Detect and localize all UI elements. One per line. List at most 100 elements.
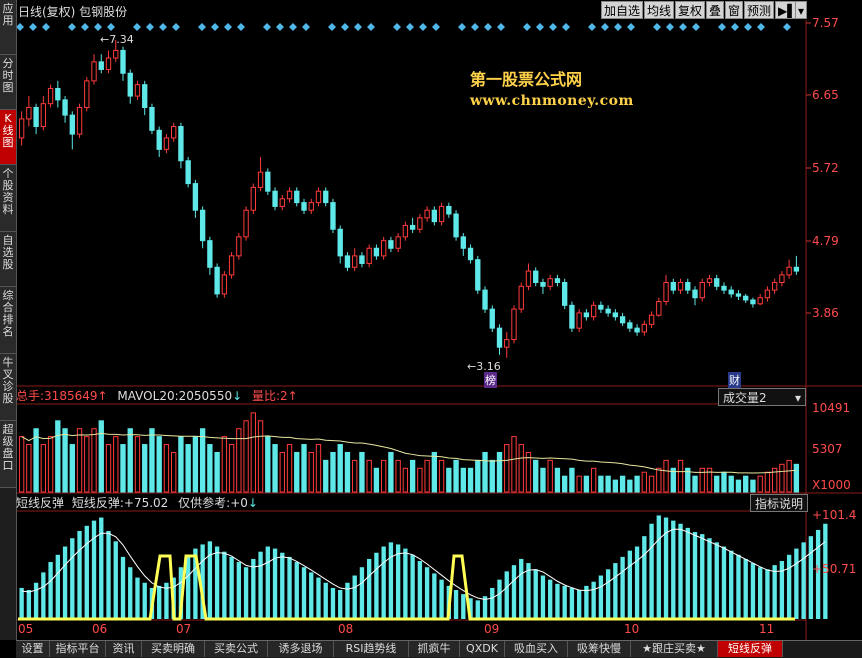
tab-accumulation-speed[interactable]: 吸筹快慢 xyxy=(568,641,631,657)
signal-diamond-icon xyxy=(744,23,752,31)
volume-bar xyxy=(192,436,199,493)
tab-vampire-buy[interactable]: 吸血买入 xyxy=(505,641,568,657)
candle-body xyxy=(757,297,763,305)
volume-bar xyxy=(460,467,466,493)
candle-body xyxy=(279,198,285,207)
signal-diamond-icon xyxy=(419,23,427,31)
tab-settings[interactable]: 设置 xyxy=(16,641,50,657)
volume-bars xyxy=(18,412,800,493)
finance-marker[interactable]: 财 xyxy=(728,372,741,388)
sidebar-item-diagnosis[interactable]: 牛叉诊股 xyxy=(0,354,16,421)
tab-buy-sell-clear[interactable]: 买卖明确 xyxy=(142,641,205,657)
tab-indicator-platform[interactable]: 指标平台 xyxy=(50,641,106,657)
tab-crazy-bull[interactable]: 抓疯牛 xyxy=(409,641,460,657)
candle-body xyxy=(265,171,271,192)
candle-body xyxy=(149,107,155,131)
indicator-explain-button[interactable]: 指标说明 xyxy=(750,494,809,512)
moving-average-button[interactable]: 均线 xyxy=(644,1,675,19)
tab-rsi-trendline[interactable]: RSI趋势线 xyxy=(334,641,409,657)
indicator-bar xyxy=(323,582,328,619)
candle-body xyxy=(243,209,249,238)
indicator-bar xyxy=(432,573,437,619)
tab-follow-dealer[interactable]: ★跟庄买卖★ xyxy=(631,641,718,657)
indicator-bar xyxy=(214,546,220,619)
indicator-bar xyxy=(185,556,191,619)
month-label: 10 xyxy=(624,622,640,636)
volume-bar xyxy=(402,467,409,493)
volume-bar xyxy=(504,444,510,493)
indicator-bar xyxy=(157,585,162,619)
window-button[interactable]: 窗 xyxy=(725,1,744,19)
indicator-axis-label: +101.4 xyxy=(812,508,857,522)
volume-bar xyxy=(62,428,68,493)
indicator-bar xyxy=(91,520,97,619)
volume-bar xyxy=(489,459,495,493)
sidebar-item-watchlist[interactable]: 自选股 xyxy=(0,232,16,287)
candle-body xyxy=(547,278,553,287)
candle-body xyxy=(40,103,47,128)
tab-news[interactable]: 资讯 xyxy=(106,641,142,657)
signal-diamond-icon xyxy=(523,23,531,31)
chevron-down-icon[interactable]: ▾ xyxy=(795,1,808,19)
indicator-bar xyxy=(562,585,567,619)
volume-bar xyxy=(518,444,524,493)
sidebar-item-app[interactable]: 应用 xyxy=(0,0,16,55)
indicator-bar xyxy=(345,582,350,619)
candle-body xyxy=(677,282,684,291)
indicator-bar xyxy=(707,538,712,619)
signal-diamond-icon xyxy=(328,23,336,31)
volume-bar xyxy=(446,467,452,493)
signal-diamond-icon xyxy=(484,23,492,31)
indicator-bar xyxy=(19,587,24,619)
candle-body xyxy=(120,49,126,74)
indicator-bar xyxy=(424,567,430,619)
sidebar-item-order-book[interactable]: 超级盘口 xyxy=(0,421,16,488)
sidebar-item-kline[interactable]: K线图 xyxy=(0,110,16,165)
ranking-marker[interactable]: 榜 xyxy=(484,372,497,388)
volume-bar xyxy=(656,467,662,493)
tab-bull-trap-exit[interactable]: 诱多退场 xyxy=(268,641,334,657)
candle-body xyxy=(453,213,459,238)
indicator-bar xyxy=(526,563,531,619)
volume-bar xyxy=(482,451,488,493)
sidebar-item-intraday[interactable]: 分时图 xyxy=(0,55,16,110)
candle-body xyxy=(221,274,228,295)
candle-body xyxy=(424,209,430,219)
volume-bar xyxy=(250,412,256,493)
candle-body xyxy=(69,114,75,135)
candle-body xyxy=(489,308,495,329)
indicator-bar xyxy=(236,562,242,619)
indicator-bar xyxy=(714,542,719,619)
signal-diamond-icon xyxy=(16,23,24,31)
tab-buy-sell-formula[interactable]: 买卖公式 xyxy=(205,641,268,657)
sidebar-item-stock-info[interactable]: 个股资料 xyxy=(0,165,16,232)
volume-bar xyxy=(757,475,763,493)
add-watchlist-button[interactable]: 加自选 xyxy=(601,1,644,19)
overlay-button[interactable]: 叠 xyxy=(706,1,725,19)
signal-diamond-icon xyxy=(601,23,609,31)
signal-diamond-icon xyxy=(263,23,271,31)
candle-body xyxy=(323,190,329,204)
volume-indicator-dropdown[interactable]: 成交量2 ▾ xyxy=(718,388,806,406)
volume-bar xyxy=(142,444,148,493)
indicator-bar xyxy=(251,558,256,619)
volume-bar xyxy=(308,451,314,493)
indicator-bar xyxy=(395,544,401,619)
left-sidebar: 应用 分时图 K线图 个股资料 自选股 综合排名 牛叉诊股 超级盘口 xyxy=(0,0,17,640)
candle-body xyxy=(156,129,162,150)
tab-qxdk[interactable]: QXDK xyxy=(460,641,505,657)
restore-rights-button[interactable]: 复权 xyxy=(675,1,706,19)
volume-bar xyxy=(228,444,235,493)
tab-short-rebound[interactable]: 短线反弹 xyxy=(718,641,783,657)
sidebar-item-ranking[interactable]: 综合排名 xyxy=(0,287,16,354)
chart-canvas[interactable] xyxy=(0,0,862,657)
signal-diamond-icon xyxy=(731,23,739,31)
forecast-button[interactable]: 预测 xyxy=(744,1,775,19)
volume-bar xyxy=(265,436,271,493)
watermark-title: 第一股票公式网 xyxy=(470,70,583,89)
volume-bar xyxy=(569,467,575,493)
indicator-bar xyxy=(685,527,690,619)
volume-bar xyxy=(598,475,604,493)
volume-bar xyxy=(76,428,83,493)
volume-bar xyxy=(98,420,104,493)
